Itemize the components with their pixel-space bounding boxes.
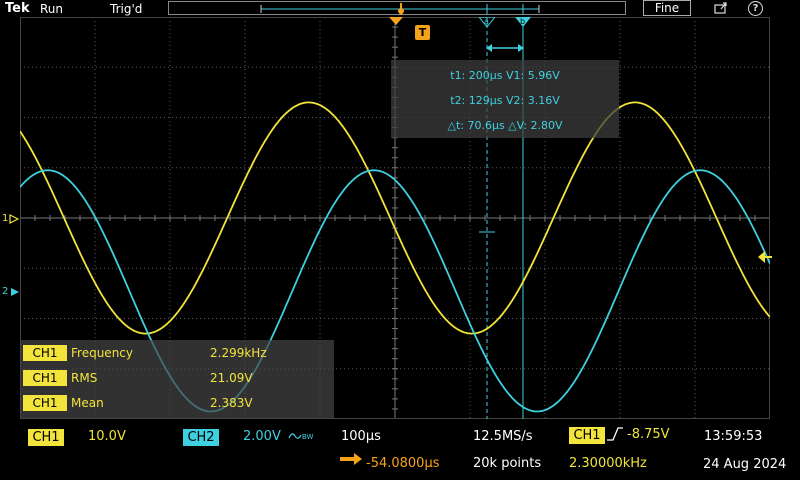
measurement-results-panel[interactable]: CH1 Frequency 2.299kHz CH1 RMS 21.09V CH… bbox=[21, 340, 334, 418]
ch2-badge[interactable]: CH2 bbox=[183, 429, 219, 446]
bandwidth-wave-glyph bbox=[288, 433, 302, 439]
measurement-row[interactable]: CH1 RMS 21.09V bbox=[21, 367, 334, 389]
bandwidth-label: BW bbox=[302, 433, 314, 441]
trigger-marker-label: T bbox=[418, 26, 427, 39]
measurement-value: 2.383V bbox=[210, 396, 253, 410]
ch1-scale[interactable]: 10.0V bbox=[88, 429, 126, 444]
measurement-row[interactable]: CH1 Mean 2.383V bbox=[21, 392, 334, 414]
trigger-source-badge[interactable]: CH1 bbox=[569, 427, 605, 444]
measurement-name: Mean bbox=[71, 396, 104, 410]
save-icon[interactable] bbox=[714, 2, 728, 14]
ch1-reference-arrow-icon bbox=[9, 214, 19, 224]
measurement-channel-badge: CH1 bbox=[23, 370, 67, 386]
acquisition-state[interactable]: Run bbox=[40, 2, 63, 16]
measurement-row[interactable]: CH1 Frequency 2.299kHz bbox=[21, 342, 334, 364]
ch2-reference-arrow-icon bbox=[11, 288, 19, 296]
timebase-scale[interactable]: 100µs bbox=[341, 429, 381, 444]
cursor-b-label: b bbox=[520, 17, 526, 26]
brand-logo: Tek bbox=[5, 1, 30, 16]
ch1-reference-label: 1 bbox=[2, 213, 9, 224]
measurement-value: 21.09V bbox=[210, 371, 253, 385]
cursor-readout-line2: t2: 129µs V2: 3.16V bbox=[450, 94, 560, 107]
waveform-record-navigator[interactable] bbox=[168, 1, 626, 15]
cursor-delta-arrow-icon bbox=[486, 44, 524, 52]
cursor-a-label: a bbox=[484, 17, 489, 26]
bottom-settings-bar: CH1 10.0V CH2 2.00V BW 100µs 12.5MS/s CH… bbox=[0, 420, 800, 480]
measurement-channel-badge: CH1 bbox=[23, 345, 67, 361]
measurement-name: Frequency bbox=[71, 346, 133, 360]
trigger-frequency: 2.30000kHz bbox=[569, 456, 647, 471]
trigger-level-marker[interactable] bbox=[758, 251, 772, 263]
ch2-scale[interactable]: 2.00V bbox=[243, 429, 281, 444]
fine-button[interactable]: Fine bbox=[643, 0, 691, 16]
cursor-readout-line3: △t: 70.6µs △V: 2.80V bbox=[447, 119, 563, 132]
measurement-value: 2.299kHz bbox=[210, 346, 267, 360]
sample-rate: 12.5MS/s bbox=[473, 429, 533, 444]
record-navigator-graphic bbox=[260, 3, 540, 15]
cursor-readout-panel[interactable]: t1: 200µs V1: 5.96V t2: 129µs V2: 3.16V … bbox=[391, 60, 619, 138]
trigger-marker-icon[interactable]: T bbox=[415, 25, 430, 40]
cursor-readout-line1: t1: 200µs V1: 5.96V bbox=[450, 69, 560, 82]
ch1-badge[interactable]: CH1 bbox=[28, 429, 64, 446]
measurement-channel-badge: CH1 bbox=[23, 395, 67, 411]
trigger-state: Trig'd bbox=[110, 2, 143, 16]
ch2-reference-label: 2 bbox=[2, 286, 9, 297]
trigger-position-arrow[interactable] bbox=[389, 17, 403, 27]
trigger-level[interactable]: -8.75V bbox=[627, 427, 670, 442]
rising-edge-icon bbox=[607, 427, 623, 441]
date: 24 Aug 2024 bbox=[703, 457, 787, 472]
top-status-bar: Tek Run Trig'd Fine ? bbox=[0, 0, 800, 18]
horizontal-position-arrow-icon bbox=[340, 453, 362, 465]
record-length[interactable]: 20k points bbox=[473, 456, 541, 471]
horizontal-position[interactable]: -54.0800µs bbox=[366, 456, 440, 471]
measurement-name: RMS bbox=[71, 371, 98, 385]
clock-time: 13:59:53 bbox=[704, 429, 763, 444]
help-icon[interactable]: ? bbox=[748, 1, 763, 16]
